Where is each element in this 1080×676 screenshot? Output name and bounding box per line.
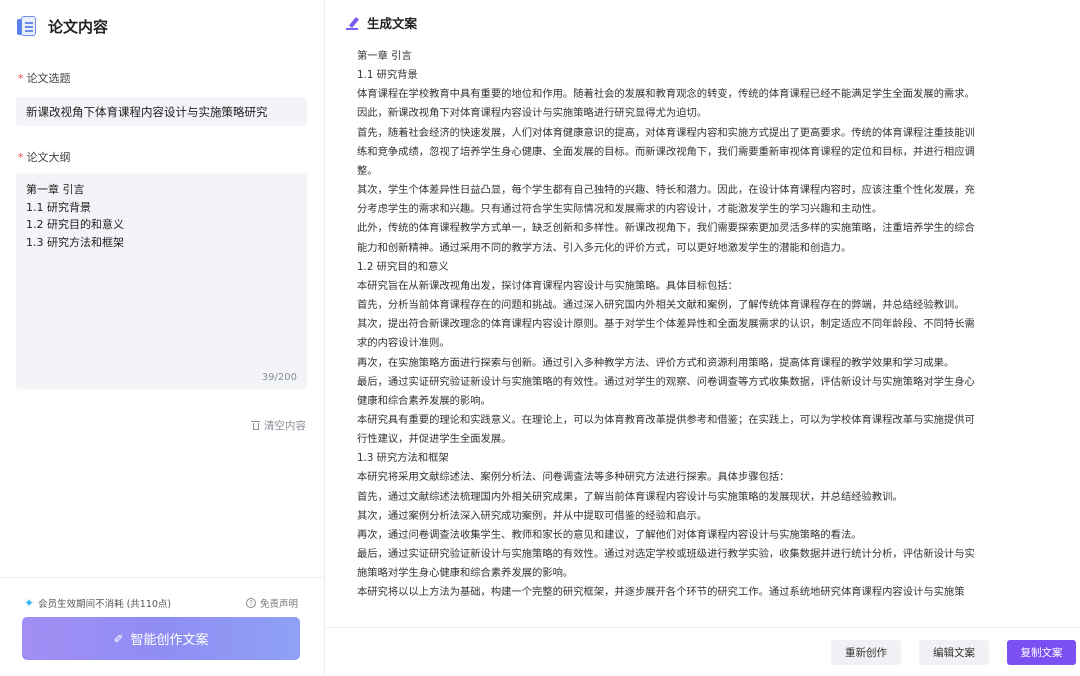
clear-content-button[interactable]: 清空内容 bbox=[251, 418, 306, 433]
right-header: 生成文案 bbox=[346, 13, 418, 32]
question-icon: ? bbox=[245, 598, 256, 608]
content-line: 此外，传统的体育课程教学方式单一，缺乏创新和多样性。新课改视角下，我们需要探索更… bbox=[357, 222, 975, 235]
content-line: 体育课程在学校教育中具有重要的地位和作用。随着社会的发展和教育观念的转变，传统的… bbox=[357, 88, 975, 101]
smart-create-label: 智能创作文案 bbox=[130, 633, 209, 648]
trash-icon bbox=[251, 420, 260, 431]
edit-pen-icon bbox=[346, 16, 360, 30]
credit-note-text: 会员生效期间不消耗 (共110点) bbox=[38, 599, 172, 610]
content-line: 求的内容设计准则。 bbox=[357, 337, 450, 350]
content-line: 首先，随着社会经济的快速发展，人们对体育健康意识的提高，对体育课程内容和实施方式… bbox=[357, 126, 975, 139]
clear-content-label: 清空内容 bbox=[264, 420, 306, 432]
content-line: 其次，通过案例分析法深入研究成功案例，并从中提取可借鉴的经验和启示。 bbox=[357, 509, 708, 522]
content-line: 因此，新课改视角下对体育课程内容设计与实施策略进行研究显得尤为迫切。 bbox=[357, 107, 708, 120]
disclaimer-link[interactable]: ? 免责声明 bbox=[245, 596, 298, 610]
content-line: 本研究具有重要的理论和实践意义。在理论上，可以为体育教育改革提供参考和借鉴；在实… bbox=[357, 413, 975, 426]
outline-label: * 论文大纲 bbox=[18, 151, 71, 164]
generated-content: 第一章 引言 1.1 研究背景体育课程在学校教育中具有重要的地位和作用。随着社会的… bbox=[357, 47, 1057, 629]
required-asterisk: * bbox=[18, 151, 24, 164]
content-line: 最后，通过实证研究验证新设计与实施策略的有效性。通过对学生的观察、问卷调查等方式… bbox=[357, 375, 975, 388]
content-line: 再次，通过问卷调查法收集学生、教师和家长的意见和建议，了解他们对体育课程内容设计… bbox=[357, 528, 862, 541]
content-line: 首先，通过文献综述法梳理国内外相关研究成果，了解当前体育课程内容设计与实施策略的… bbox=[357, 490, 903, 503]
content-line: 分考虑学生的需求和兴趣。只有通过符合学生实际情况和发展需求的内容设计，才能激发学… bbox=[357, 203, 883, 216]
content-line: 健康和综合素养发展的影响。 bbox=[357, 394, 491, 407]
copy-text-button[interactable]: 复制文案 bbox=[1007, 640, 1076, 665]
smart-create-button[interactable]: ✐ 智能创作文案 bbox=[22, 617, 300, 660]
content-line: 施策略对学生身心健康和综合素养发展的影响。 bbox=[357, 567, 574, 580]
content-line: 本研究将以以上方法为基础，构建一个完整的研究框架，并逐步展开各个环节的研究工作。… bbox=[357, 586, 965, 599]
outline-line: 第一章 引言 bbox=[26, 183, 85, 196]
generated-copy-title: 生成文案 bbox=[367, 13, 418, 32]
outline-line: 1.1 研究背景 bbox=[26, 200, 91, 214]
topic-input[interactable]: 新课改视角下体育课程内容设计与实施策略研究 bbox=[16, 97, 307, 126]
left-panel-title: 论文内容 bbox=[48, 17, 109, 36]
right-panel: 生成文案 第一章 引言 1.1 研究背景体育课程在学校教育中具有重要的地位和作用。… bbox=[326, 0, 1080, 676]
outline-line: 1.2 研究目的和意义 bbox=[26, 218, 124, 231]
left-panel: 论文内容 * 论文选题 新课改视角下体育课程内容设计与实施策略研究 * 论文大纲 第… bbox=[0, 0, 325, 676]
content-line: 能力和创新精神。通过采用不同的教学方法、引入多元化的评价方式，可以更好地激发学生… bbox=[357, 241, 852, 254]
sparkle-icon: ✦ bbox=[24, 596, 35, 610]
recreate-button[interactable]: 重新创作 bbox=[831, 640, 901, 665]
content-line: 本研究旨在从新课改视角出发，探讨体育课程内容设计与实施策略。具体目标包括： bbox=[357, 279, 738, 292]
content-line: 最后，通过实证研究验证新设计与实施策略的有效性。通过对选定学校或班级进行教学实验… bbox=[357, 548, 975, 561]
content-line: 整。 bbox=[357, 164, 378, 177]
content-line: 其次，提出符合新课改理念的体育课程内容设计原则。基于对学生个体差异性和全面发展需… bbox=[357, 318, 975, 331]
outline-textarea[interactable]: 第一章 引言 1.1 研究背景 1.2 研究目的和意义 1.3 研究方法和框架 … bbox=[16, 173, 307, 389]
content-line: 首先，分析当前体育课程存在的问题和挑战。通过深入研究国内外相关文献和案例，了解传… bbox=[357, 299, 965, 312]
content-line: 再次，在实施策略方面进行探索与创新。通过引入多种教学方法、评价方式和资源利用策略… bbox=[357, 356, 955, 369]
required-asterisk: * bbox=[18, 72, 24, 85]
content-line: 其次，学生个体差异性日益凸显，每个学生都有自己独特的兴趣、特长和潜力。因此，在设… bbox=[357, 184, 975, 197]
content-line: 本研究将采用文献综述法、案例分析法、问卷调查法等多种研究方法进行探索。具体步骤包… bbox=[357, 471, 790, 484]
magic-pen-icon: ✐ bbox=[113, 631, 124, 646]
topic-label: * 论文选题 bbox=[18, 72, 71, 85]
document-logo-icon bbox=[16, 14, 40, 38]
content-line: 练和竞争成绩，忽视了培养学生身心健康、全面发展的目标。而新课改视角下，我们需要重… bbox=[357, 145, 975, 158]
credit-note: ✦ 会员生效期间不消耗 (共110点) bbox=[24, 596, 171, 610]
left-header: 论文内容 bbox=[16, 12, 108, 40]
content-line: 第一章 引言 bbox=[357, 50, 412, 62]
disclaimer-label: 免责声明 bbox=[259, 599, 298, 610]
content-line: 1.2 研究目的和意义 bbox=[357, 260, 449, 273]
outline-line: 1.3 研究方法和框架 bbox=[26, 235, 124, 249]
content-line: 1.3 研究方法和框架 bbox=[357, 452, 449, 465]
char-counter: 39/200 bbox=[261, 372, 297, 383]
edit-copy-button[interactable]: 编辑文案 bbox=[919, 640, 989, 665]
content-line: 1.1 研究背景 bbox=[357, 69, 418, 82]
content-line: 行性建议，并促进学生全面发展。 bbox=[357, 433, 512, 446]
